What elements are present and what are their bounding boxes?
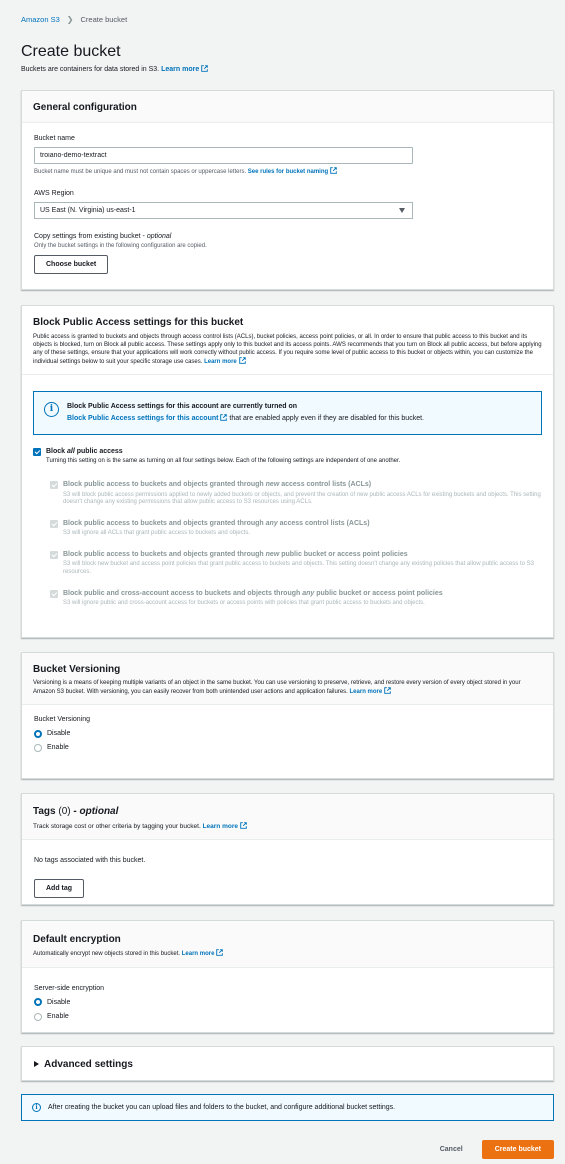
- bucket-name-input[interactable]: [34, 147, 413, 165]
- checkbox-desc: S3 will ignore public and cross-account …: [63, 599, 425, 606]
- block-all-public-access-checkbox[interactable]: Block all public access Turning this set…: [33, 447, 542, 466]
- panel-title: Block Public Access settings for this bu…: [33, 317, 244, 328]
- external-link-icon: [220, 414, 228, 422]
- external-link-icon: [239, 357, 246, 365]
- caret-down-icon: [399, 207, 405, 213]
- advanced-settings-panel[interactable]: Advanced settings: [21, 1046, 554, 1081]
- radio-selected[interactable]: [34, 729, 42, 738]
- block-new-acls-checkbox: Block public access to buckets and objec…: [50, 480, 542, 507]
- panel-header: Default encryption Automatically encrypt…: [22, 921, 553, 968]
- external-link-icon: [201, 65, 208, 72]
- learn-more-link[interactable]: Learn more: [161, 65, 208, 73]
- account-block-public-access-alert: i Block Public Access settings for this …: [33, 391, 542, 435]
- choose-bucket-button[interactable]: Choose bucket: [34, 254, 109, 274]
- block-new-policies-checkbox: Block public access to buckets and objec…: [50, 550, 542, 577]
- breadcrumb-current: Create bucket: [80, 15, 128, 25]
- panel-header: Bucket Versioning Versioning is a means …: [22, 653, 553, 706]
- caret-right-icon[interactable]: [34, 1061, 39, 1067]
- external-link-icon: [240, 822, 247, 829]
- tags-desc: Track storage cost or other criteria by …: [33, 822, 542, 831]
- checkbox-label: Block public and cross-account access to…: [63, 589, 443, 597]
- radio-selected[interactable]: [34, 998, 42, 1007]
- learn-more-link[interactable]: Learn more: [204, 357, 246, 365]
- block-any-policies-checkbox: Block public and cross-account access to…: [50, 589, 542, 608]
- panel-title: Tags (0) - optional: [33, 806, 119, 817]
- encryption-disable-radio[interactable]: Disable: [34, 998, 541, 1007]
- form-actions: Cancel Create bucket: [440, 1140, 554, 1160]
- copy-settings-help: Only the bucket settings in the followin…: [34, 243, 207, 250]
- radio-unselected[interactable]: [34, 743, 42, 752]
- advanced-settings-title[interactable]: Advanced settings: [44, 1059, 133, 1070]
- panel-header: Tags (0) - optional Track storage cost o…: [22, 794, 553, 841]
- copy-settings-label: Copy settings from existing bucket - opt…: [34, 232, 172, 240]
- panel-header: General configuration: [22, 91, 553, 123]
- learn-more-link[interactable]: Learn more: [203, 822, 247, 830]
- checkbox-disabled: [50, 589, 58, 598]
- aws-region-select[interactable]: US East (N. Virginia) us-east-1: [34, 201, 413, 219]
- versioning-desc: Versioning is a means of keeping multipl…: [33, 680, 521, 696]
- default-encryption-panel: Default encryption Automatically encrypt…: [21, 920, 554, 1033]
- aws-region-value: US East (N. Virginia) us-east-1: [40, 206, 136, 214]
- bucket-name-label: Bucket name: [34, 135, 75, 142]
- breadcrumb: Amazon S3 ❯ Create bucket: [21, 15, 127, 25]
- add-tag-button[interactable]: Add tag: [34, 878, 85, 898]
- general-configuration-panel: General configuration Bucket name Bucket…: [21, 90, 554, 290]
- checkbox-desc: S3 will block public access permissions …: [63, 491, 541, 506]
- encryption-label: Server-side encryption: [34, 984, 105, 992]
- checkbox-label: Block public access to buckets and objec…: [63, 551, 408, 559]
- page-subtitle: Buckets are containers for data stored i…: [21, 65, 208, 74]
- learn-more-link[interactable]: Learn more: [182, 949, 224, 957]
- external-link-icon: [384, 687, 391, 694]
- create-bucket-page: Amazon S3 ❯ Create bucket Create bucket …: [0, 0, 565, 1164]
- aws-region-label: AWS Region: [34, 189, 74, 197]
- alert-title: Block Public Access settings for this ac…: [67, 403, 298, 411]
- learn-more-link[interactable]: Learn more: [350, 687, 392, 695]
- checkbox-disabled: [50, 481, 58, 490]
- encryption-desc: Automatically encrypt new objects stored…: [33, 949, 542, 959]
- block-public-access-panel: Block Public Access settings for this bu…: [21, 305, 554, 638]
- block-public-access-sub-settings: Block public access to buckets and objec…: [33, 480, 542, 607]
- checkbox-desc: Turning this setting on is the same as t…: [46, 457, 401, 464]
- panel-title: General configuration: [33, 102, 137, 113]
- checkbox-disabled: [50, 551, 58, 560]
- page-subtitle-text: Buckets are containers for data stored i…: [21, 66, 160, 73]
- checkbox-desc: S3 will block new bucket and access poin…: [63, 561, 534, 575]
- no-tags-text: No tags associated with this bucket.: [34, 857, 146, 865]
- block-public-access-desc: Public access is granted to buckets and …: [33, 334, 542, 366]
- tags-panel: Tags (0) - optional Track storage cost o…: [21, 793, 554, 905]
- versioning-disable-radio[interactable]: Disable: [34, 729, 541, 738]
- checkbox-label: Block public access to buckets and objec…: [63, 520, 370, 528]
- bucket-name-help: Bucket name must be unique and must not …: [34, 167, 541, 177]
- chevron-right-icon: ❯: [66, 15, 74, 24]
- page-title: Create bucket: [21, 43, 121, 60]
- breadcrumb-amazon-s3[interactable]: Amazon S3: [21, 15, 60, 25]
- panel-title: Bucket Versioning: [33, 664, 121, 675]
- encryption-enable-radio[interactable]: Enable: [34, 1012, 541, 1021]
- alert-text: After creating the bucket you can upload…: [48, 1104, 396, 1111]
- checkbox-label: Block public access to buckets and objec…: [63, 481, 372, 489]
- info-icon: i: [44, 402, 59, 418]
- info-icon: i: [32, 1103, 41, 1113]
- checkbox-label: Block all public access: [46, 447, 123, 455]
- checkbox-desc: S3 will ignore all ACLs that grant publi…: [63, 530, 251, 537]
- post-create-info-alert: i After creating the bucket you can uplo…: [21, 1094, 554, 1122]
- checkbox-disabled: [50, 520, 58, 529]
- panel-title: Default encryption: [33, 934, 121, 945]
- versioning-enable-radio[interactable]: Enable: [34, 743, 541, 752]
- bucket-versioning-panel: Bucket Versioning Versioning is a means …: [21, 652, 554, 779]
- external-link-icon: [216, 949, 224, 956]
- bucket-naming-rules-link[interactable]: See rules for bucket naming: [248, 167, 337, 175]
- cancel-button[interactable]: Cancel: [440, 1145, 463, 1154]
- block-any-acls-checkbox: Block public access to buckets and objec…: [50, 519, 542, 538]
- alert-text: Block Public Access settings for this ac…: [67, 414, 424, 423]
- radio-unselected[interactable]: [34, 1012, 42, 1021]
- account-settings-link[interactable]: Block Public Access settings for this ac…: [67, 414, 228, 422]
- versioning-label: Bucket Versioning: [34, 716, 91, 724]
- checkbox-checked[interactable]: [33, 447, 41, 456]
- create-bucket-button[interactable]: Create bucket: [481, 1140, 554, 1160]
- external-link-icon: [330, 167, 337, 174]
